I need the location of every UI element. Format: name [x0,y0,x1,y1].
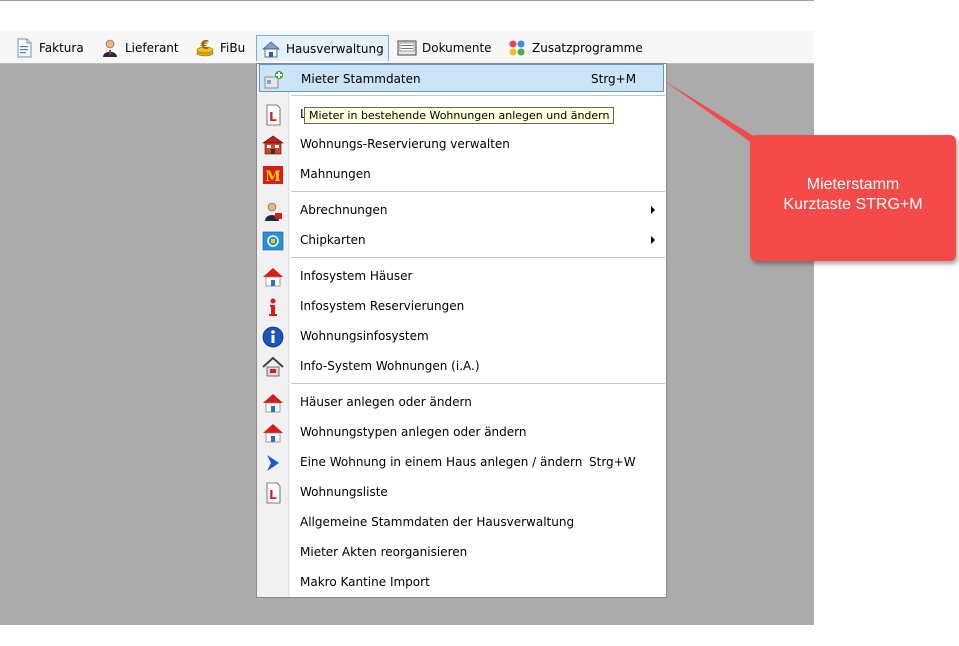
supplier-person-icon [103,39,117,57]
submenu-arrow-icon [651,206,655,214]
svg-text:M: M [265,169,281,185]
list-l-icon: L [266,104,281,126]
menu-hausverwaltung-label: Hausverwaltung [286,41,384,56]
menu-separator [291,383,665,384]
house-icon [261,40,281,57]
svg-text:€: € [200,38,209,52]
menu-zusatzprogramme-label: Zusatzprogramme [532,41,643,55]
menu-faktura[interactable]: Faktura [10,36,88,60]
menu-item-haeuser-anlegen[interactable]: Häuser anlegen oder ändern [257,388,666,416]
euro-coins-icon: € [196,38,214,57]
menu-item-abrechnungen[interactable]: Abrechnungen [257,196,666,224]
menu-item-allgemeine-stammdaten[interactable]: Allgemeine Stammdaten der Hausverwaltung [257,508,666,536]
menu-item-label: Mieter Stammdaten [301,72,421,86]
menu-item-mieter-stammdaten[interactable]: Mieter Stammdaten Strg+M [259,64,664,92]
callout-line-2: Kurztaste STRG+M [783,196,923,213]
info-blue-icon [262,326,284,348]
menu-item-label: Chipkarten [300,233,366,247]
menu-item-label: Infosystem Reservierungen [300,299,465,313]
window-top-border [0,0,814,1]
menu-item-wohnungs-reservierung[interactable]: Wohnungs-Reservierung verwalten [257,130,666,158]
invoice-icon [17,38,32,58]
menu-item-infosystem-haeuser[interactable]: Infosystem Häuser [257,262,666,290]
house-red-icon [263,268,283,287]
menu-item-wohnungsliste[interactable]: L Wohnungsliste [257,478,666,506]
menu-faktura-label: Faktura [39,41,84,55]
menu-item-mieter-akten[interactable]: Mieter Akten reorganisieren [257,538,666,566]
menu-item-label: Wohnungs-Reservierung verwalten [300,137,510,151]
menu-item-wohnungstypen-anlegen[interactable]: Wohnungstypen anlegen oder ändern [257,418,666,446]
menu-item-label: Infosystem Häuser [300,269,413,283]
list-l-icon: L [266,482,281,504]
house-red-icon [263,424,283,443]
house-gray-icon [262,356,284,377]
callout-box: Mieterstamm Kurztaste STRG+M [750,135,956,261]
menu-dokumente-label: Dokumente [422,41,492,55]
menu-separator [291,257,665,258]
menu-item-info-system-wohnungen[interactable]: Info-System Wohnungen (i.A.) [257,352,666,380]
svg-text:L: L [269,110,277,124]
menu-item-wohnung-anlegen[interactable]: Eine Wohnung in einem Haus anlegen / änd… [257,448,666,476]
info-red-icon [269,298,277,316]
menu-fibu[interactable]: € FiBu [191,36,249,60]
menu-dokumente[interactable]: Dokumente [393,36,496,60]
menu-item-wohnungsinfosystem[interactable]: Wohnungsinfosystem [257,322,666,350]
menu-item-label: Info-System Wohnungen (i.A.) [300,359,480,373]
menu-item-label: Mahnungen [300,167,371,181]
menu-item-label: Wohnungsinfosystem [300,329,429,343]
callout-line-1: Mieterstamm [806,176,900,193]
menu-item-makro-kantine[interactable]: Makro Kantine Import [257,568,666,596]
menu-item-label: Eine Wohnung in einem Haus anlegen / änd… [300,455,583,469]
tooltip: Mieter in bestehende Wohnungen anlegen u… [304,107,615,124]
menu-separator [291,95,665,96]
menu-item-label: Wohnungsliste [300,485,388,499]
menu-item-shortcut: Strg+M [591,72,637,86]
menu-item-mahnungen[interactable]: M Mahnungen [257,160,666,188]
menu-lieferant-label: Lieferant [125,41,179,55]
menu-item-label: Makro Kantine Import [300,575,430,589]
menu-item-label: Mieter Akten reorganisieren [300,545,468,559]
document-icon [397,40,417,56]
submenu-arrow-icon [651,236,655,244]
menu-item-label: Allgemeine Stammdaten der Hausverwaltung [300,515,575,529]
menu-zusatzprogramme[interactable]: Zusatzprogramme [503,36,647,60]
menu-item-label: Abrechnungen [300,203,388,217]
house-red-icon [263,394,283,413]
billing-person-icon [265,202,282,221]
arrow-blue-icon [267,455,279,471]
menu-item-label: Häuser anlegen oder ändern [300,395,472,409]
callout-text: Mieterstamm Kurztaste STRG+M [750,175,956,215]
menu-lieferant[interactable]: Lieferant [96,36,183,60]
reservation-building-icon [262,135,284,155]
menu-bar: Faktura Lieferant € FiBu Hausverwaltung [0,31,814,64]
chipcard-icon [262,231,284,251]
tenant-add-icon [264,71,283,89]
hausverwaltung-dropdown: Mieter Stammdaten Strg+M L L Wohnungs-Re… [256,63,667,598]
menu-item-chipkarten[interactable]: Chipkarten [257,226,666,254]
svg-text:L: L [269,488,277,502]
menu-fibu-label: FiBu [220,41,246,55]
menu-separator [291,191,665,192]
reminder-m-icon: M [263,166,283,185]
puzzle-icon [509,40,525,56]
menu-item-infosystem-reservierungen[interactable]: Infosystem Reservierungen [257,292,666,320]
menu-item-label: Wohnungstypen anlegen oder ändern [300,425,527,439]
menu-hausverwaltung[interactable]: Hausverwaltung [256,35,389,61]
menu-item-shortcut: Strg+W [589,455,636,469]
